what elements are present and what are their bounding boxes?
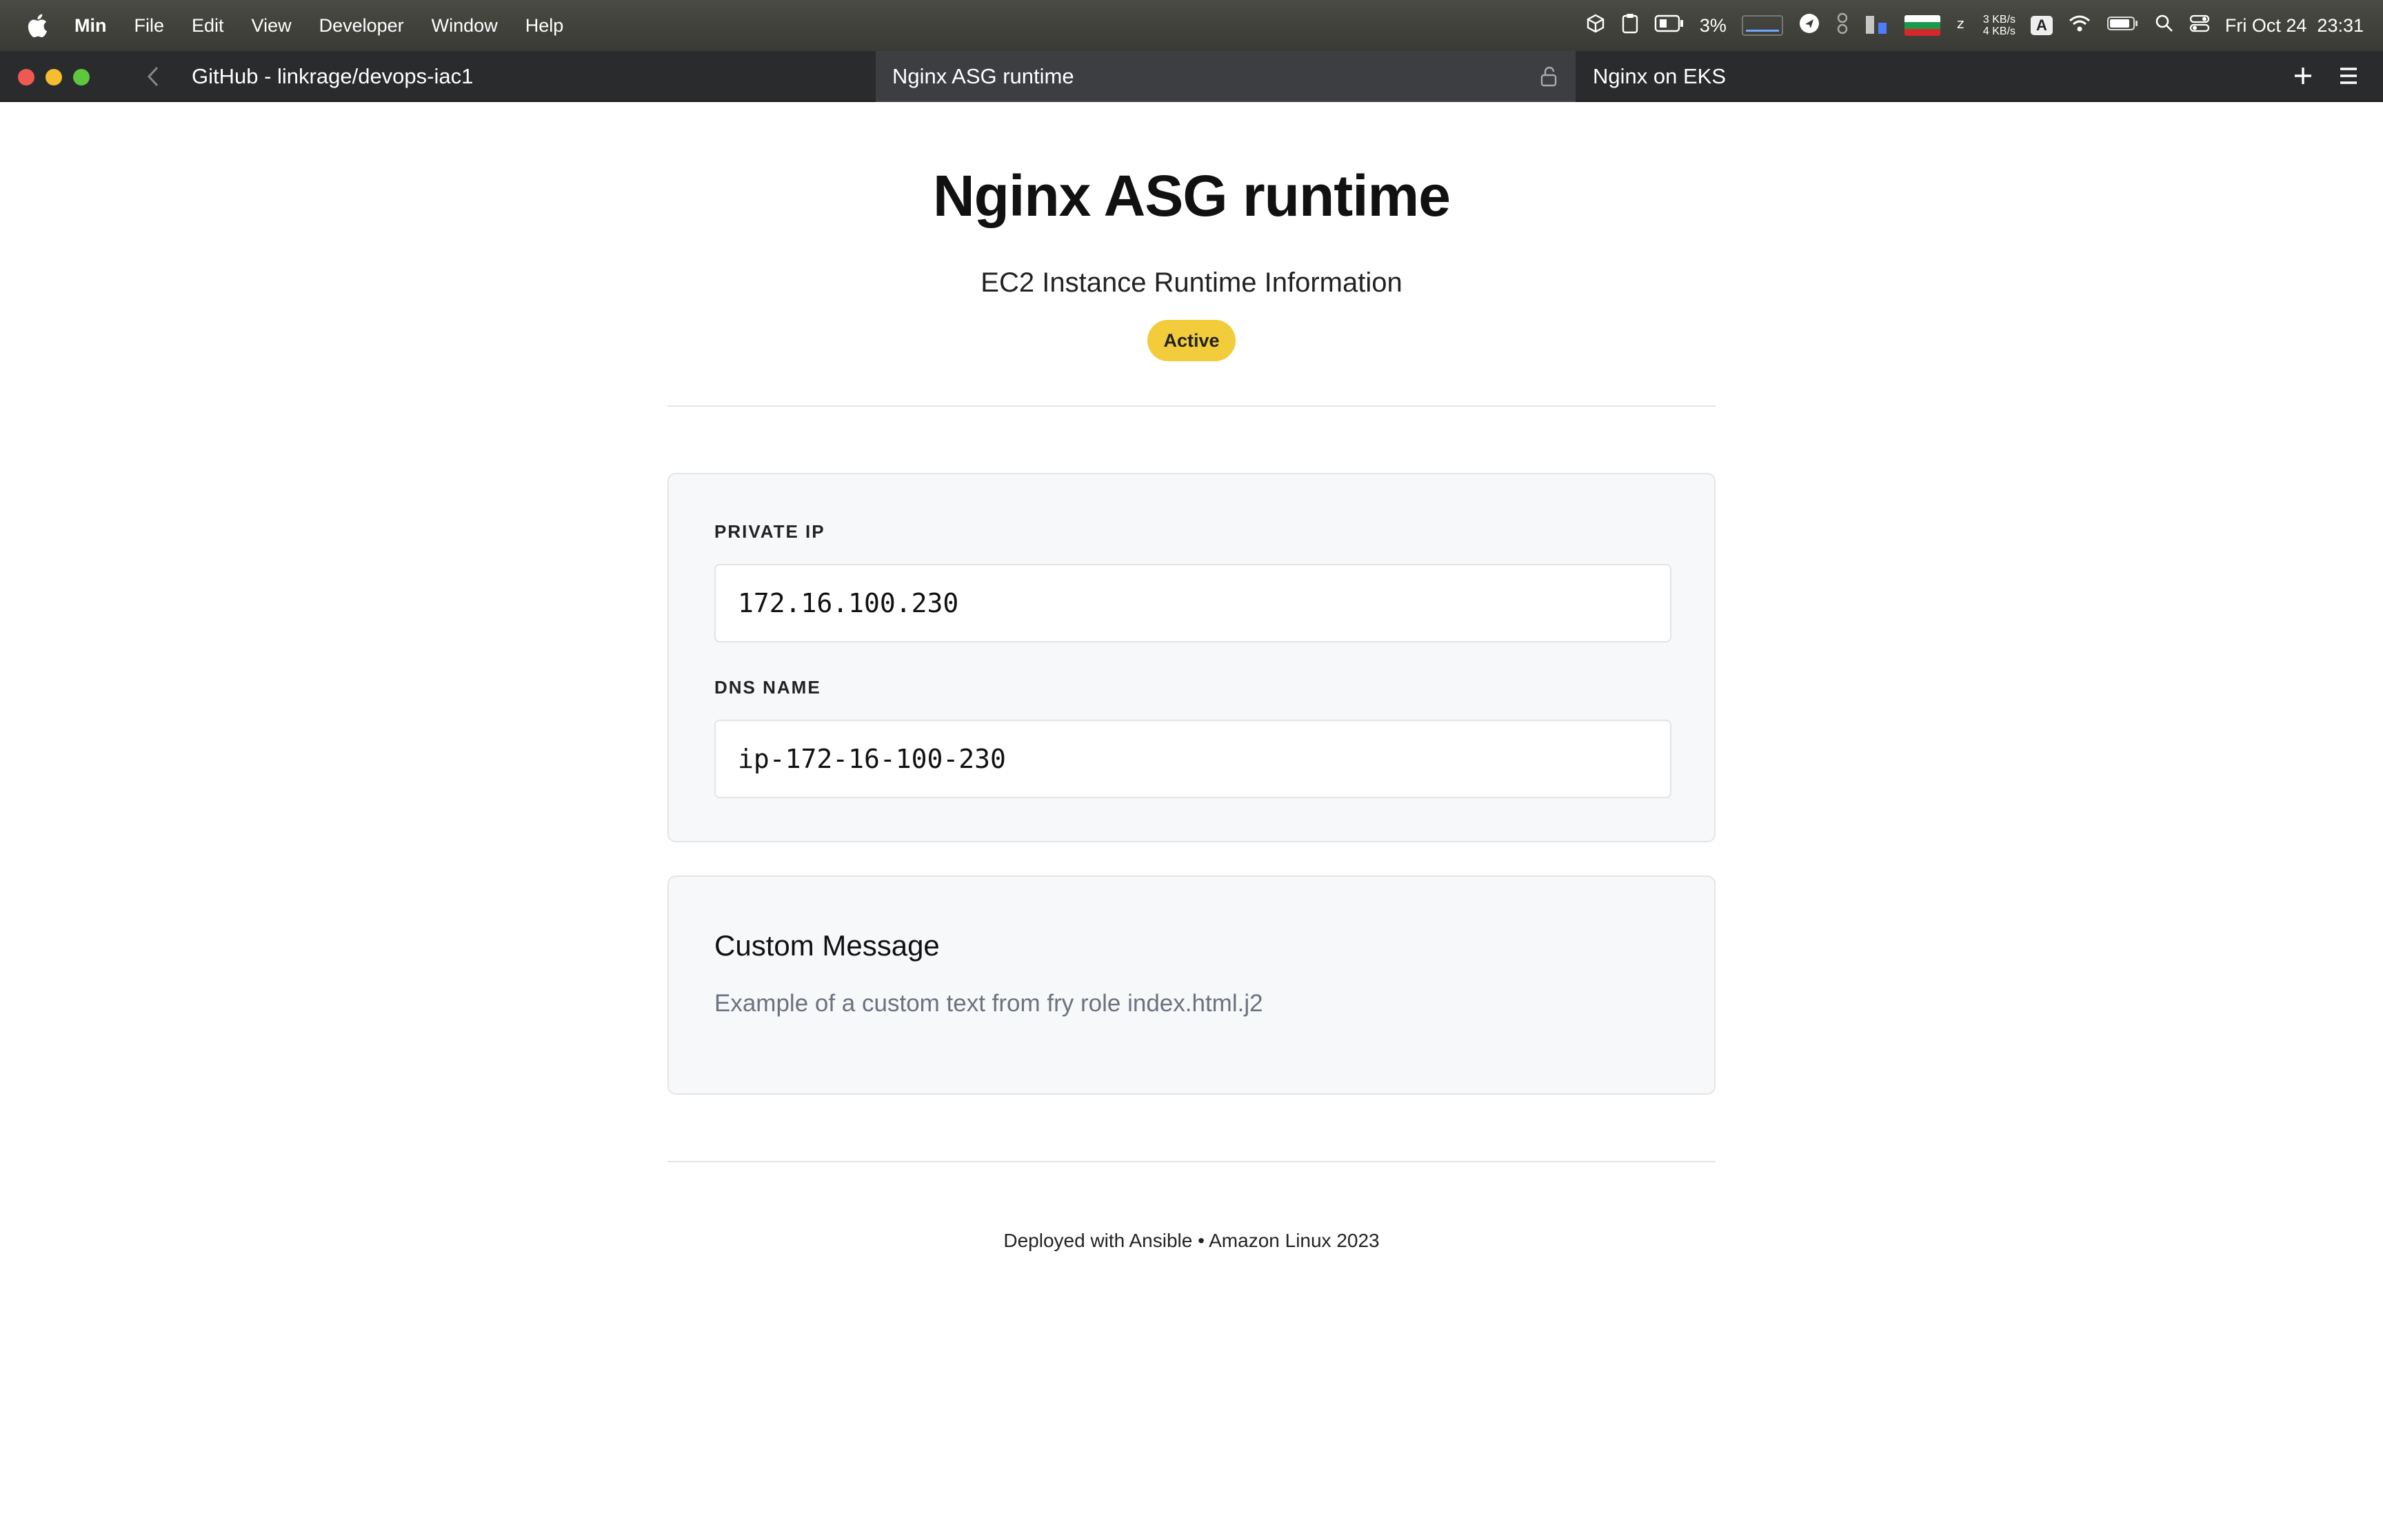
menu-bar: Min File Edit View Developer Window Help… [0,0,2383,51]
clock[interactable]: Fri Oct 24 23:31 [2225,15,2364,37]
cpu-percent[interactable]: 3% [1700,15,1727,37]
private-ip-label: PRIVATE IP [714,521,825,542]
box-icon[interactable] [1585,13,1606,39]
tab-title: GitHub - linkrage/devops-iac1 [192,64,474,88]
menu-file[interactable]: File [134,15,165,37]
browser-tab-bar: GitHub - linkrage/devops-iac1 Nginx ASG … [0,51,2383,102]
custom-message-body: Example of a custom text from fry role i… [714,990,1263,1017]
tab-title: Nginx on EKS [1593,64,1726,88]
tab-nginx-asg-runtime[interactable]: Nginx ASG runtime [876,51,1576,102]
unlocked-icon[interactable] [1540,66,1558,87]
apple-menu-icon[interactable] [26,13,48,38]
clipboard-icon[interactable] [1621,12,1639,39]
page-subtitle: EC2 Instance Runtime Information [981,267,1402,298]
minimize-window-button[interactable] [46,69,62,85]
tab-github[interactable]: GitHub - linkrage/devops-iac1 [192,51,874,102]
network-speed[interactable]: 3 KB/s 4 KB/s [1983,14,2015,37]
spotlight-search-icon[interactable] [2155,14,2174,38]
header-divider [667,405,1716,407]
net-up: 3 KB/s [1982,14,2016,26]
svg-text:z: z [1957,15,1964,32]
status-area: 3% z 3 KB/s 4 KB/s A Fri Oct 24 23:31 [1585,0,2364,51]
cpu-graph[interactable] [1741,15,1783,36]
control-center-icon[interactable] [2189,14,2210,38]
dns-name-label: DNS NAME [714,677,821,698]
tab-nginx-on-eks[interactable]: Nginx on EKS [1576,51,2196,102]
close-window-button[interactable] [18,69,34,85]
custom-message-title: Custom Message [714,929,940,962]
menu-app-name[interactable]: Min [74,15,107,37]
menu-help[interactable]: Help [525,15,564,37]
private-ip-value: 172.16.100.230 [714,564,1671,642]
custom-message-card: Custom Message Example of a custom text … [667,875,1716,1095]
hamburger-menu-icon[interactable] [2335,62,2362,90]
footer-divider [667,1161,1716,1162]
instance-info-card: PRIVATE IP 172.16.100.230 DNS NAME ip-17… [667,473,1716,842]
tab-title: Nginx ASG runtime [892,64,1074,88]
battery-icon[interactable] [2107,15,2140,37]
footer-text: Deployed with Ansible • Amazon Linux 202… [1003,1230,1380,1251]
back-icon[interactable] [141,63,165,90]
battery-monitor-icon[interactable] [1654,13,1685,39]
sleep-icon[interactable]: z [1955,13,1968,39]
menu-developer[interactable]: Developer [319,15,404,37]
menu-view[interactable]: View [252,15,292,37]
language-flag-icon[interactable] [1904,15,1940,36]
new-tab-icon[interactable] [2289,62,2317,90]
dns-name-value: ip-172-16-100-230 [714,720,1671,798]
page-content: Nginx ASG runtime EC2 Instance Runtime I… [0,103,2383,1540]
sensor-icon[interactable] [1836,12,1849,40]
wifi-icon[interactable] [2068,14,2091,38]
menu-edit[interactable]: Edit [192,15,224,37]
zoom-window-button[interactable] [73,69,90,85]
send-icon[interactable] [1798,12,1820,39]
menu-window[interactable]: Window [432,15,498,37]
window-controls [18,69,90,85]
status-badge: Active [1147,320,1236,361]
input-source[interactable]: A [2031,16,2053,35]
memory-stat-icon[interactable] [1864,13,1889,39]
net-down: 4 KB/s [1982,26,2016,37]
page-title: Nginx ASG runtime [933,163,1451,228]
